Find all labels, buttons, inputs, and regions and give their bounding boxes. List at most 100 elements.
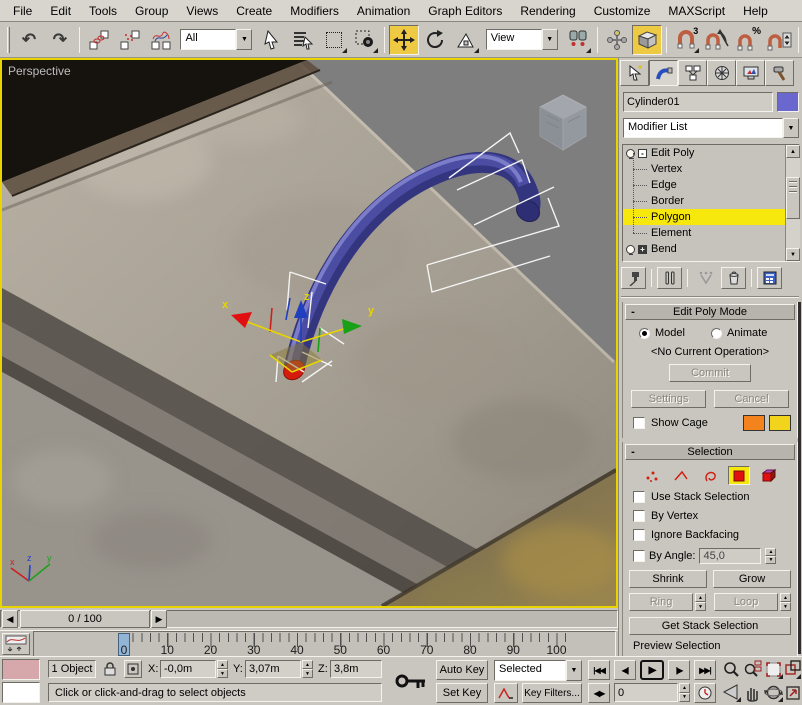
- menu-customize[interactable]: Customize: [585, 1, 660, 21]
- modifier-visibility-bulb-icon[interactable]: [626, 245, 635, 254]
- checkbox-row-by-vertex[interactable]: By Vertex: [633, 509, 795, 523]
- menu-create[interactable]: Create: [227, 1, 281, 21]
- next-frame-arrow[interactable]: ▶: [151, 610, 167, 628]
- radio-animate[interactable]: Animate: [711, 327, 767, 339]
- zoom-extents-button[interactable]: [764, 660, 784, 680]
- set-keys-button[interactable]: [390, 659, 432, 703]
- show-cage-checkbox[interactable]: [633, 417, 645, 429]
- select-and-scale-button[interactable]: [451, 25, 481, 55]
- select-and-move-button[interactable]: [389, 25, 419, 55]
- y-coordinate-field[interactable]: [245, 660, 301, 678]
- next-frame-button[interactable]: |▶: [668, 660, 690, 680]
- previous-frame-arrow[interactable]: ◀: [2, 610, 18, 628]
- macro-recorder-listener[interactable]: [2, 659, 40, 680]
- go-to-start-button[interactable]: |◀◀: [588, 660, 610, 680]
- checkbox-row-ignore-backfacing[interactable]: Ignore Backfacing: [633, 528, 795, 542]
- zoom-extents-all-button[interactable]: [785, 660, 802, 680]
- menu-views[interactable]: Views: [177, 1, 227, 21]
- window-crossing-toggle-button[interactable]: [350, 25, 380, 55]
- x-coordinate-field[interactable]: [160, 660, 216, 678]
- loop-spinner[interactable]: ▲▼: [780, 593, 791, 611]
- stack-scrollbar[interactable]: ▲ ▼: [785, 145, 800, 261]
- select-and-manipulate-button[interactable]: [602, 25, 632, 55]
- border-subobject-button[interactable]: [699, 466, 721, 485]
- use-pivot-point-center-button[interactable]: [563, 25, 593, 55]
- expand-collapse-toggle[interactable]: -: [638, 149, 647, 158]
- set-key-button[interactable]: Set Key: [436, 683, 488, 703]
- menu-rendering[interactable]: Rendering: [511, 1, 584, 21]
- vertex-subobject-button[interactable]: [641, 466, 663, 485]
- selection-filter-dropdown[interactable]: All ▼: [180, 29, 252, 50]
- menu-modifiers[interactable]: Modifiers: [281, 1, 348, 21]
- checkbox-box[interactable]: [633, 529, 645, 541]
- command-panel-scrollbar[interactable]: [798, 302, 801, 654]
- stack-item-border[interactable]: Border: [623, 193, 799, 209]
- time-slider-thumb[interactable]: 0 / 100: [20, 610, 150, 628]
- select-object-button[interactable]: [257, 25, 287, 55]
- select-and-link-button[interactable]: [84, 25, 114, 55]
- grow-button[interactable]: Grow: [713, 570, 791, 588]
- get-stack-selection-button[interactable]: Get Stack Selection: [629, 617, 791, 635]
- stack-item-edit-poly[interactable]: -Edit Poly: [623, 145, 799, 161]
- by-angle-field[interactable]: [699, 548, 761, 564]
- menu-edit[interactable]: Edit: [41, 1, 80, 21]
- settings-button[interactable]: Settings: [631, 390, 706, 408]
- tab-hierarchy[interactable]: [678, 60, 707, 86]
- y-spinner[interactable]: ▲▼: [302, 660, 313, 678]
- key-mode-toggle-button[interactable]: ◀▶: [588, 683, 610, 703]
- bind-to-space-warp-button[interactable]: [146, 25, 176, 55]
- field-of-view-button[interactable]: [722, 683, 742, 703]
- configure-modifier-sets-button[interactable]: [757, 267, 782, 289]
- by-angle-spinner[interactable]: ▲▼: [765, 548, 776, 564]
- tab-modify[interactable]: [649, 60, 678, 86]
- tab-utilities[interactable]: [765, 60, 794, 86]
- menu-tools[interactable]: Tools: [80, 1, 126, 21]
- zoom-all-button[interactable]: [743, 660, 763, 680]
- object-color-swatch[interactable]: [777, 92, 799, 112]
- auto-key-button[interactable]: Auto Key: [436, 660, 488, 680]
- frame-spinner[interactable]: ▲▼: [679, 683, 690, 702]
- modifier-list-dropdown[interactable]: Modifier List ▼: [623, 118, 799, 138]
- remove-modifier-button[interactable]: [721, 267, 746, 289]
- unlink-selection-button[interactable]: [115, 25, 145, 55]
- pin-stack-button[interactable]: [621, 267, 646, 289]
- stack-scroll-thumb[interactable]: [786, 177, 800, 219]
- menu-group[interactable]: Group: [126, 1, 177, 21]
- element-subobject-button[interactable]: [757, 466, 779, 485]
- stack-item-edge[interactable]: Edge: [623, 177, 799, 193]
- tab-create[interactable]: [620, 60, 649, 86]
- rectangular-selection-region-button[interactable]: [319, 25, 349, 55]
- trackbar-ruler[interactable]: 0102030405060708090100: [33, 631, 616, 657]
- modifier-list-arrow[interactable]: ▼: [783, 118, 799, 138]
- z-coordinate-field[interactable]: [330, 660, 382, 678]
- menu-animation[interactable]: Animation: [348, 1, 419, 21]
- zoom-button[interactable]: [722, 660, 742, 680]
- menu-maxscript[interactable]: MAXScript: [659, 1, 734, 21]
- snaps-toggle-button[interactable]: 3: [671, 25, 701, 55]
- polygon-subobject-button[interactable]: [728, 466, 750, 485]
- key-filters-button[interactable]: Key Filters...: [522, 683, 582, 703]
- open-mini-curve-editor-button[interactable]: [2, 633, 30, 655]
- object-name-field[interactable]: [623, 92, 773, 112]
- viewport-label[interactable]: Perspective: [8, 64, 71, 78]
- commit-button[interactable]: Commit: [669, 364, 751, 382]
- arc-rotate-button[interactable]: [764, 683, 784, 703]
- spinner-snap-toggle-button[interactable]: [764, 25, 794, 55]
- checkbox-box[interactable]: [633, 510, 645, 522]
- menu-graph-editors[interactable]: Graph Editors: [419, 1, 511, 21]
- ring-spinner[interactable]: ▲▼: [695, 593, 706, 611]
- stack-item-polygon[interactable]: Polygon: [623, 209, 799, 225]
- checkbox-row-use-stack-selection[interactable]: Use Stack Selection: [633, 490, 795, 504]
- cage-selected-color-swatch[interactable]: [769, 415, 791, 431]
- selection-filter-arrow[interactable]: ▼: [236, 29, 252, 50]
- select-and-rotate-button[interactable]: [420, 25, 450, 55]
- by-angle-checkbox[interactable]: [633, 550, 645, 562]
- toolbar-grip[interactable]: [7, 27, 10, 53]
- time-configuration-button[interactable]: [694, 683, 716, 703]
- cancel-button[interactable]: Cancel: [714, 390, 789, 408]
- stack-scroll-down[interactable]: ▼: [786, 248, 800, 261]
- redo-button[interactable]: ↷: [45, 25, 75, 55]
- default-tangent-button[interactable]: [494, 683, 518, 703]
- previous-frame-button[interactable]: ◀|: [614, 660, 636, 680]
- keyboard-shortcut-override-button[interactable]: [632, 25, 662, 55]
